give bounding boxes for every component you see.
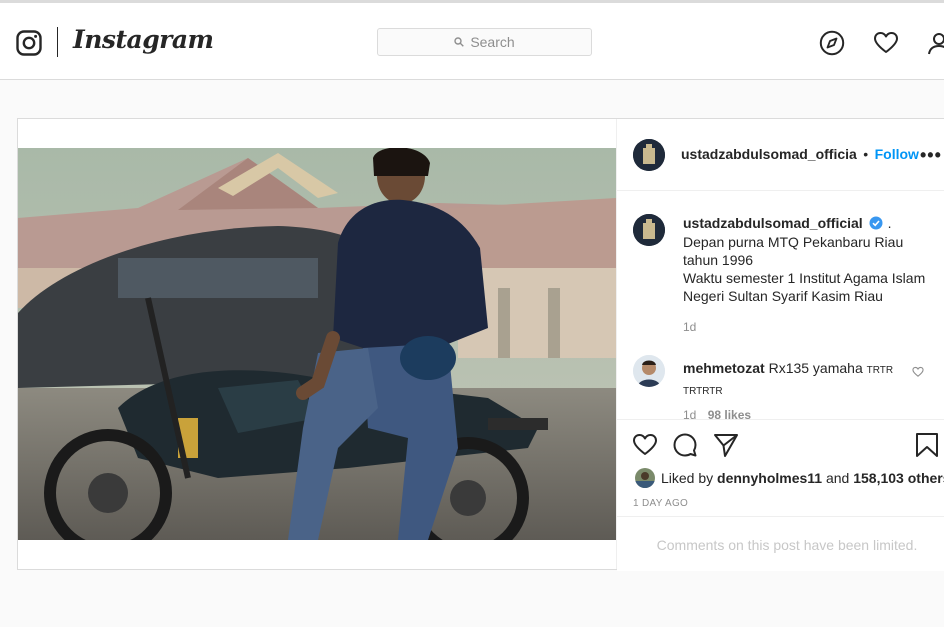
commenter-avatar[interactable] (633, 355, 665, 387)
header-separator: • (863, 146, 869, 162)
share-send-icon[interactable] (713, 432, 739, 458)
search-icon (454, 37, 465, 47)
author-avatar-image (633, 139, 665, 171)
caption-line: Negeri Sultan Syarif Kasim Riau (683, 288, 883, 304)
post-header: ustadzabdulsomad_officia • Follow ••• (617, 119, 944, 191)
caption-trail: . (887, 215, 892, 231)
liker-avatar-image (635, 468, 655, 488)
instagram-wordmark[interactable]: Instagram (73, 25, 214, 54)
save-bookmark-icon[interactable] (914, 432, 940, 458)
post-photo-image (18, 148, 616, 540)
profile-avatar-icon[interactable] (926, 30, 944, 56)
liker-avatar[interactable] (635, 468, 655, 488)
comment-suffix: TRTR (866, 365, 894, 376)
liked-by-count[interactable]: 158,103 others (853, 470, 944, 486)
comment-text: Rx135 yamaha (768, 360, 863, 376)
comment-bubble-icon[interactable] (672, 432, 698, 458)
post-photo[interactable] (18, 148, 616, 540)
comment-like-heart-icon[interactable] (912, 366, 924, 378)
liked-by-user[interactable]: dennyholmes11 (717, 470, 822, 486)
likes-summary: Liked by dennyholmes11 and 158,103 other… (661, 470, 944, 486)
verified-badge-icon (869, 216, 883, 230)
search-placeholder: Search (470, 34, 515, 50)
liked-by-prefix: Liked by (661, 470, 714, 486)
activity-heart-icon[interactable] (873, 30, 899, 56)
more-options-icon[interactable]: ••• (920, 145, 942, 166)
comments-limited-notice: Comments on this post have been limited. (617, 516, 944, 572)
logo-divider (57, 27, 58, 57)
author-username[interactable]: ustadzabdulsomad_officia (681, 146, 857, 162)
post-sidebar: ustadzabdulsomad_officia • Follow ••• us… (616, 119, 944, 571)
post-actions-section: Liked by dennyholmes11 and 158,103 other… (617, 419, 944, 571)
post-date[interactable]: 1 DAY AGO (633, 498, 688, 509)
commenter-username[interactable]: mehmetozat (683, 360, 765, 376)
post-card: ustadzabdulsomad_officia • Follow ••• us… (17, 118, 944, 571)
comment-suffix: TRTRTR (683, 386, 723, 397)
caption-text: Depan purna MTQ Pekanbaru Riau tahun 199… (683, 233, 943, 305)
like-heart-icon[interactable] (632, 432, 658, 458)
explore-compass-icon[interactable] (819, 30, 845, 56)
liked-by-and: and (825, 470, 850, 486)
caption-age[interactable]: 1d (683, 320, 696, 334)
caption-avatar[interactable] (633, 214, 665, 246)
top-navigation-bar: Instagram Search (0, 3, 944, 80)
search-input[interactable]: Search (377, 28, 592, 56)
caption-username[interactable]: ustadzabdulsomad_official (683, 215, 863, 231)
comment-body: mehmetozat Rx135 yamaha TRTR TRTRTR (683, 359, 903, 401)
caption-line: tahun 1996 (683, 252, 754, 268)
post-author-row: ustadzabdulsomad_officia • Follow (681, 146, 919, 164)
caption-avatar-image (633, 214, 665, 246)
caption-header: ustadzabdulsomad_official . (683, 215, 892, 233)
commenter-avatar-image (633, 355, 665, 387)
follow-button[interactable]: Follow (875, 146, 919, 162)
instagram-camera-icon[interactable] (16, 30, 42, 56)
caption-line: Waktu semester 1 Institut Agama Islam (683, 270, 926, 286)
caption-line: Depan purna MTQ Pekanbaru Riau (683, 234, 904, 250)
author-avatar[interactable] (633, 139, 665, 171)
